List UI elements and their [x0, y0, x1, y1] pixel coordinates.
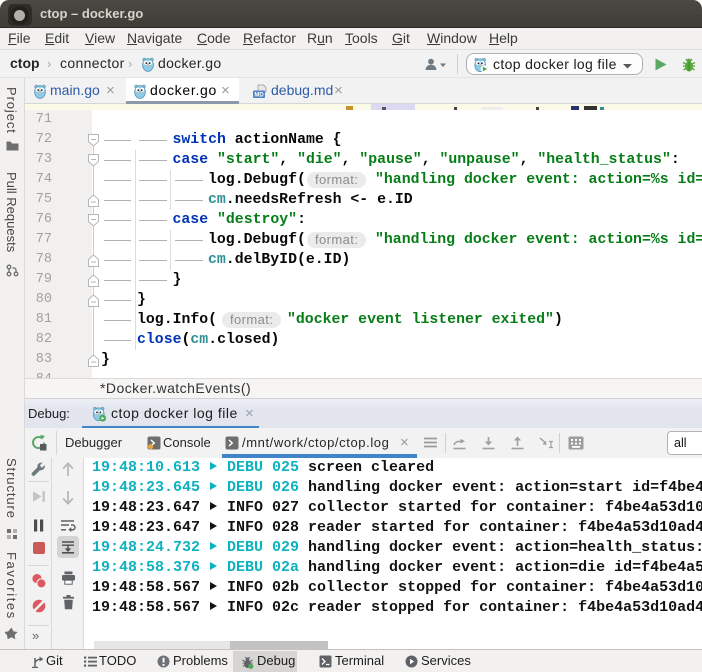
svg-text:MD: MD: [254, 93, 264, 99]
